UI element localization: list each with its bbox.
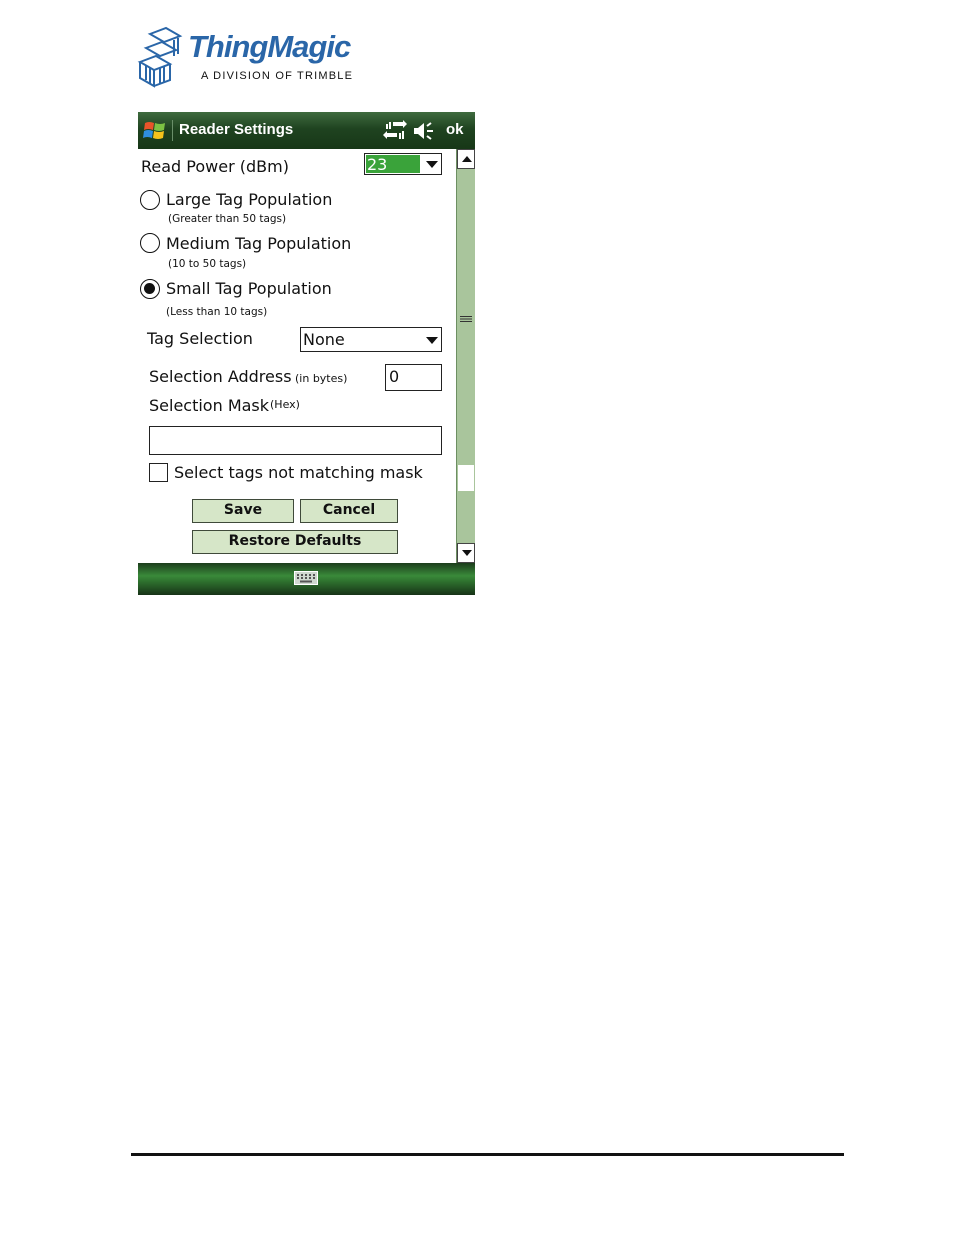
logo-wordmark: ThingMagic: [188, 29, 351, 64]
logo-subtitle: A DIVISION OF TRIMBLE: [201, 70, 354, 82]
scroll-up-arrow-icon[interactable]: [457, 149, 475, 169]
read-power-value: 23: [367, 155, 388, 174]
soft-key-bar: [138, 563, 475, 595]
ok-button[interactable]: ok: [446, 120, 464, 140]
read-power-label: Read Power (dBm): [141, 157, 289, 176]
title-bar: Reader Settings ok: [138, 112, 475, 149]
scroll-down-arrow-icon[interactable]: [457, 543, 475, 563]
scroll-grip-icon: [460, 316, 472, 322]
windows-start-icon[interactable]: [142, 118, 168, 144]
read-power-dropdown[interactable]: 23: [364, 153, 442, 175]
reader-settings-screen: Reader Settings ok Read Power (dBm) 23 L…: [138, 112, 475, 595]
selection-mask-label: Selection Mask: [149, 396, 270, 415]
selection-mask-unit: (Hex): [270, 398, 300, 411]
chevron-down-icon: [426, 161, 438, 168]
scroll-thumb[interactable]: [458, 171, 474, 461]
save-button[interactable]: Save: [192, 499, 294, 523]
tag-selection-dropdown[interactable]: None: [300, 327, 442, 352]
footer-rule: [131, 1153, 844, 1156]
tag-selection-label: Tag Selection: [147, 329, 253, 348]
small-population-note: (Less than 10 tags): [166, 306, 268, 318]
selection-address-value: 0: [389, 367, 400, 386]
scroll-track[interactable]: [458, 465, 474, 491]
cancel-button[interactable]: Cancel: [300, 499, 398, 523]
radio-medium-population[interactable]: [140, 233, 160, 253]
radio-small-population[interactable]: [140, 279, 160, 299]
medium-population-label[interactable]: Medium Tag Population: [166, 234, 351, 254]
small-population-label[interactable]: Small Tag Population: [166, 279, 332, 299]
title-separator: [172, 120, 173, 141]
large-population-note: (Greater than 50 tags): [168, 213, 287, 225]
medium-population-note: (10 to 50 tags): [168, 258, 247, 270]
connectivity-icon[interactable]: [383, 120, 407, 142]
thingmagic-logo: ThingMagic A DIVISION OF TRIMBLE: [136, 26, 366, 90]
not-matching-checkbox[interactable]: [149, 463, 168, 482]
window-title: Reader Settings: [179, 121, 294, 138]
logo-cube-icon: [137, 26, 183, 88]
speaker-icon[interactable]: [412, 120, 436, 142]
settings-form: Read Power (dBm) 23 Large Tag Population…: [138, 149, 456, 563]
tag-selection-value: None: [303, 330, 345, 349]
selection-address-label: Selection Address: [149, 367, 292, 386]
selection-address-unit: (in bytes): [295, 372, 348, 385]
keyboard-icon[interactable]: [294, 571, 318, 585]
selection-address-input[interactable]: 0: [385, 364, 442, 391]
not-matching-label[interactable]: Select tags not matching mask: [174, 463, 423, 483]
vertical-scrollbar[interactable]: [456, 149, 475, 563]
chevron-down-icon: [426, 337, 438, 344]
restore-defaults-button[interactable]: Restore Defaults: [192, 530, 398, 554]
selection-mask-input[interactable]: [149, 426, 442, 455]
radio-large-population[interactable]: [140, 190, 160, 210]
large-population-label[interactable]: Large Tag Population: [166, 190, 332, 210]
